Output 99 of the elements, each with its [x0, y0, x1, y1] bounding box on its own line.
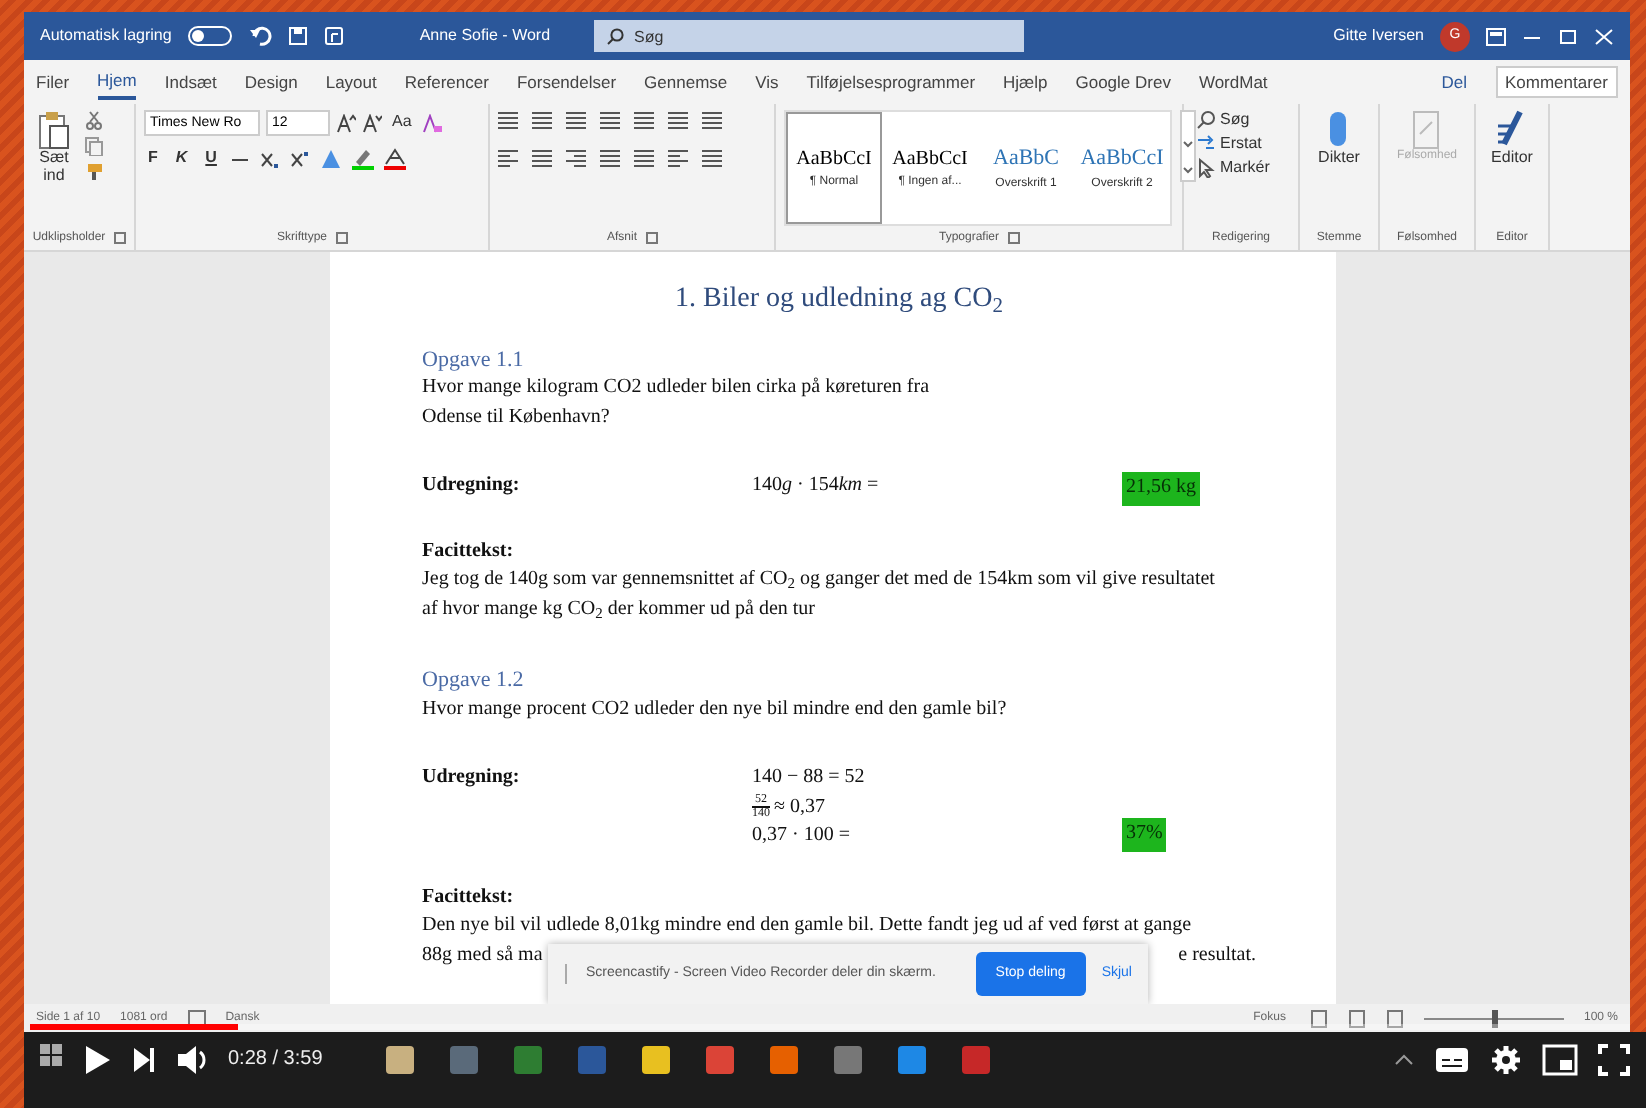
- drag-handle-icon: [564, 964, 570, 984]
- clipboard-icon[interactable]: [38, 110, 70, 150]
- align-left-icon[interactable]: [498, 148, 518, 170]
- menu-tab[interactable]: Vis: [755, 65, 779, 99]
- share-button[interactable]: Del: [1441, 65, 1467, 99]
- bullets-icon[interactable]: [498, 110, 518, 132]
- next-icon[interactable]: [132, 1044, 156, 1076]
- math-line: 0,37 · 100 =: [752, 822, 852, 851]
- settings-icon[interactable]: [1490, 1044, 1522, 1076]
- dialog-launcher-icon[interactable]: [1007, 232, 1019, 244]
- pen-lines-icon: [1496, 110, 1528, 150]
- clear-formatting-icon[interactable]: [421, 113, 442, 133]
- subtitles-icon[interactable]: [1434, 1044, 1470, 1076]
- dialog-launcher-icon[interactable]: [645, 232, 657, 244]
- highlight-icon[interactable]: [352, 148, 375, 170]
- editing-button[interactable]: Erstat: [1192, 134, 1290, 154]
- dialog-launcher-icon[interactable]: [335, 232, 347, 244]
- math-line: 140g · 154km =: [752, 472, 881, 501]
- menu-tab[interactable]: Referencer: [404, 65, 489, 99]
- save-icon[interactable]: [287, 26, 308, 46]
- play-icon[interactable]: [84, 1044, 112, 1076]
- menu-tab[interactable]: Forsendelser: [516, 65, 617, 99]
- paste-button[interactable]: Sæt ind: [32, 150, 76, 186]
- change-case-button[interactable]: Aa: [388, 114, 416, 132]
- question-text: Hvor mange procent CO2 udleder den nye bil mindre end den gamle bil?: [422, 695, 1009, 724]
- calculation-label: Udregning:: [422, 472, 522, 501]
- menu-tab[interactable]: Indsæt: [164, 65, 217, 99]
- grow-font-icon[interactable]: [336, 113, 356, 133]
- menu-tab[interactable]: Layout: [325, 65, 377, 99]
- menu-tab[interactable]: Design: [244, 65, 298, 99]
- video-progress-bar[interactable]: [30, 1024, 1630, 1030]
- format-button[interactable]: F: [144, 150, 162, 168]
- menu-tab[interactable]: Hjælp: [1003, 65, 1048, 99]
- format-button[interactable]: U: [201, 150, 221, 168]
- taskbar-app-icon[interactable]: [386, 1046, 415, 1074]
- editor-button[interactable]: Editor: [1487, 110, 1537, 168]
- menu-tab[interactable]: Filer: [36, 65, 70, 99]
- subscript-icon[interactable]: [260, 149, 281, 169]
- autosave-toggle[interactable]: [187, 26, 232, 46]
- justify-icon[interactable]: [600, 148, 620, 170]
- highlighted-result: 21,56 kg: [1122, 472, 1200, 506]
- document-tag-icon: [1412, 110, 1441, 150]
- answer-text: e resultat.: [1178, 941, 1256, 970]
- superscript-icon[interactable]: [290, 149, 311, 169]
- task-heading: Opgave 1.1: [422, 348, 526, 375]
- task-heading: Opgave 1.2: [422, 668, 526, 696]
- shrink-font-icon[interactable]: [362, 113, 382, 133]
- answer-label: Facittekst:: [422, 537, 516, 566]
- touch-mode-icon[interactable]: [323, 26, 344, 46]
- fullscreen-icon[interactable]: [1598, 1044, 1630, 1076]
- align-right-icon[interactable]: [566, 148, 586, 170]
- answer-text: 88g med så ma: [422, 941, 543, 970]
- highlighted-result: 37%: [1122, 818, 1167, 852]
- miniplayer-icon[interactable]: [1542, 1044, 1578, 1076]
- format-button[interactable]: K: [171, 150, 192, 168]
- maximize-icon[interactable]: [1558, 27, 1578, 45]
- undo-icon[interactable]: [247, 26, 272, 46]
- answer-text: Jeg tog de 140g som var gennemsnittet af CO$_{2}$ og ganger det med de 154km som vil give resultatet af hvor mange kg CO$_{2}$ der kommer ud på den tur: [422, 566, 1217, 625]
- dialog-launcher-icon[interactable]: [113, 232, 126, 244]
- answer-label: Facittekst:: [422, 883, 516, 912]
- editing-button[interactable]: Søg: [1192, 110, 1290, 130]
- user-name: Gitte Iversen: [1333, 24, 1424, 48]
- menu-tab[interactable]: Gennemse: [644, 65, 728, 99]
- proofing-icon[interactable]: [187, 1010, 206, 1026]
- search-icon: [606, 28, 625, 46]
- menu-tab[interactable]: Hjem: [97, 63, 137, 101]
- taskbar-app-icon[interactable]: [642, 1046, 671, 1074]
- ribbon-display-icon[interactable]: [1486, 27, 1506, 45]
- text-effects-icon[interactable]: [320, 148, 343, 170]
- autosave-label: Automatisk lagring: [40, 24, 172, 48]
- menu-tab[interactable]: Google Drev: [1075, 65, 1171, 99]
- microphone-icon: [1328, 110, 1349, 150]
- taskbar-app-icon[interactable]: [706, 1046, 735, 1074]
- scissors-icon[interactable]: [84, 110, 104, 130]
- gallery-scroll-icon[interactable]: [1180, 110, 1196, 182]
- font-color-icon[interactable]: [384, 148, 407, 170]
- document-title-heading: 1. Biler og udledning ag CO$_{2}$: [673, 282, 1005, 321]
- replace-icon: [1196, 134, 1216, 154]
- document-title: Anne Sofie - Word: [419, 24, 551, 48]
- video-time: 0:28 / 3:59: [228, 1046, 323, 1074]
- close-icon[interactable]: [1594, 27, 1614, 45]
- answer-text: Den nye bil vil udlede 8,01kg mindre end den gamle bil. Dette fandt jeg ud af ved først at gange: [422, 912, 1194, 941]
- zoom-slider-thumb[interactable]: [1491, 1009, 1498, 1027]
- dictate-button[interactable]: Dikter: [1314, 110, 1364, 168]
- menu-tab[interactable]: Tilføjelsesprogrammer: [806, 65, 976, 99]
- search-field[interactable]: Søg: [594, 20, 1025, 52]
- calculation-label: Udregning:: [422, 764, 522, 793]
- question-text: Hvor mange kilogram CO2 udleder bilen cirka på køreturen fra Odense til København?: [422, 374, 932, 432]
- search-icon: [1196, 110, 1216, 130]
- windows-start-icon[interactable]: [40, 1044, 64, 1068]
- taskbar-app-icon[interactable]: [898, 1046, 927, 1074]
- comments-button[interactable]: Kommentarer: [1495, 65, 1618, 99]
- format-painter-icon[interactable]: [84, 162, 104, 182]
- math-line: 140 − 88 = 52: [752, 764, 867, 793]
- editing-button[interactable]: Markér: [1192, 158, 1290, 178]
- volume-icon[interactable]: [176, 1044, 208, 1076]
- select-cursor-icon: [1196, 158, 1216, 178]
- taskbar-app-icon[interactable]: [770, 1046, 799, 1074]
- menu-tab[interactable]: WordMat: [1198, 65, 1268, 99]
